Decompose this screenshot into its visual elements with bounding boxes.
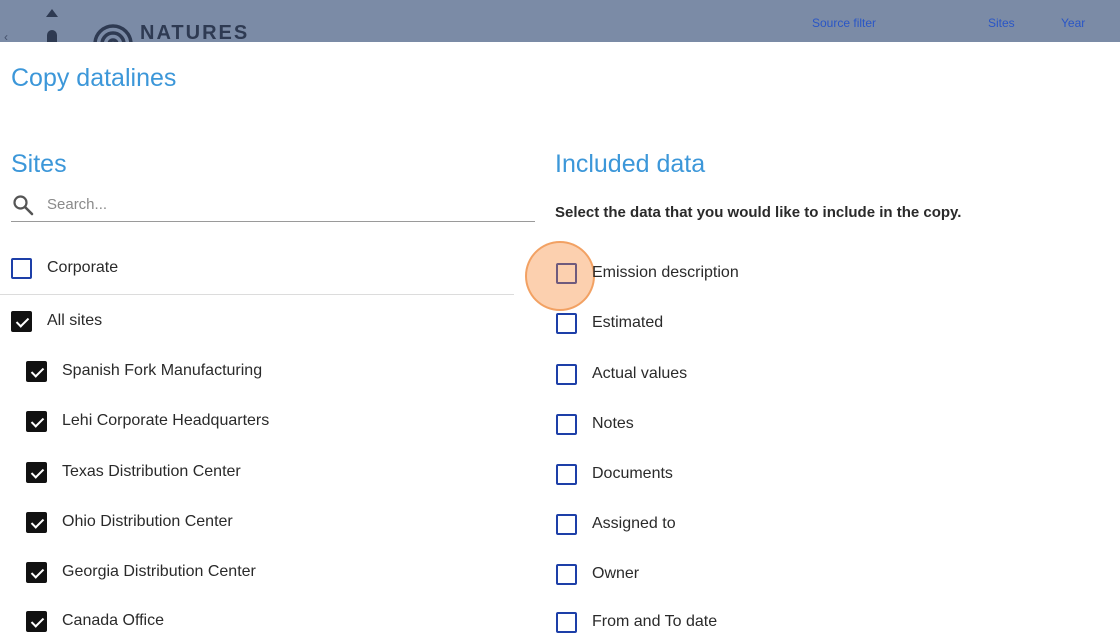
search-input[interactable] — [47, 192, 527, 216]
nav-source-filter[interactable]: Source filter — [812, 16, 876, 30]
site-label: Canada Office — [62, 612, 164, 629]
tower-icon — [47, 30, 57, 42]
option-label: Emission description — [592, 264, 739, 281]
logo-text: NATURES — [140, 22, 250, 42]
site-label: Spanish Fork Manufacturing — [62, 362, 263, 379]
checkbox[interactable] — [556, 312, 577, 334]
data-option-notes[interactable]: Notes — [556, 411, 634, 437]
option-label: From and To date — [592, 613, 718, 630]
data-option-documents[interactable]: Documents — [556, 461, 673, 487]
chevron-left-icon[interactable]: ‹ — [4, 30, 14, 42]
nav-sites[interactable]: Sites — [988, 16, 1015, 30]
option-label: Assigned to — [592, 515, 676, 532]
site-label: Ohio Distribution Center — [62, 513, 233, 530]
checkbox[interactable] — [11, 257, 32, 279]
site-label: Georgia Distribution Center — [62, 563, 256, 580]
top-bar: ‹ NATURES Source filter Sites Year — [0, 0, 1120, 42]
option-label: Notes — [592, 415, 634, 432]
checkbox[interactable] — [556, 463, 577, 485]
checkbox[interactable] — [556, 611, 577, 633]
search-icon — [13, 195, 34, 216]
site-option[interactable]: Texas Distribution Center — [26, 459, 241, 485]
checkbox[interactable] — [26, 561, 47, 583]
data-option-estimated[interactable]: Estimated — [556, 310, 663, 336]
data-option-owner[interactable]: Owner — [556, 561, 639, 587]
data-option-from-and-to-date[interactable]: From and To date — [556, 609, 717, 635]
checkbox[interactable] — [556, 513, 577, 535]
option-label: Owner — [592, 565, 640, 582]
logo-arcs-icon — [93, 24, 133, 42]
sites-heading: Sites — [11, 150, 67, 178]
site-search — [11, 190, 535, 222]
site-label: Texas Distribution Center — [62, 463, 241, 480]
logo[interactable]: NATURES — [92, 18, 249, 42]
included-data-heading: Included data — [555, 150, 706, 178]
checkbox[interactable] — [26, 461, 47, 483]
site-label: All sites — [47, 312, 103, 329]
divider — [0, 294, 514, 295]
nav-year[interactable]: Year — [1061, 16, 1085, 30]
checkbox[interactable] — [556, 262, 577, 284]
checkbox[interactable] — [11, 310, 32, 332]
data-option-assigned-to[interactable]: Assigned to — [556, 511, 676, 537]
option-label: Documents — [592, 465, 673, 482]
page-title: Copy datalines — [11, 64, 177, 92]
site-option[interactable]: Canada Office — [26, 608, 164, 634]
checkbox[interactable] — [556, 563, 577, 585]
site-option[interactable]: Georgia Distribution Center — [26, 559, 256, 585]
data-option-emission-description[interactable]: Emission description — [556, 260, 739, 286]
option-label: Estimated — [592, 314, 664, 331]
checkbox[interactable] — [556, 363, 577, 385]
site-option[interactable]: Spanish Fork Manufacturing — [26, 358, 262, 384]
site-option-all-sites[interactable]: All sites — [11, 308, 102, 334]
checkbox[interactable] — [26, 610, 47, 632]
checkbox[interactable] — [26, 360, 47, 382]
site-option-corporate[interactable]: Corporate — [11, 255, 118, 281]
site-label: Corporate — [47, 259, 119, 276]
arrow-up-icon[interactable] — [46, 9, 58, 17]
site-option[interactable]: Lehi Corporate Headquarters — [26, 408, 269, 434]
checkbox[interactable] — [26, 410, 47, 432]
instructions-text: Select the data that you would like to i… — [555, 204, 962, 221]
site-label: Lehi Corporate Headquarters — [62, 412, 270, 429]
site-option[interactable]: Ohio Distribution Center — [26, 509, 233, 535]
option-label: Actual values — [592, 365, 688, 382]
data-option-actual-values[interactable]: Actual values — [556, 361, 687, 387]
checkbox[interactable] — [26, 511, 47, 533]
checkbox[interactable] — [556, 413, 577, 435]
